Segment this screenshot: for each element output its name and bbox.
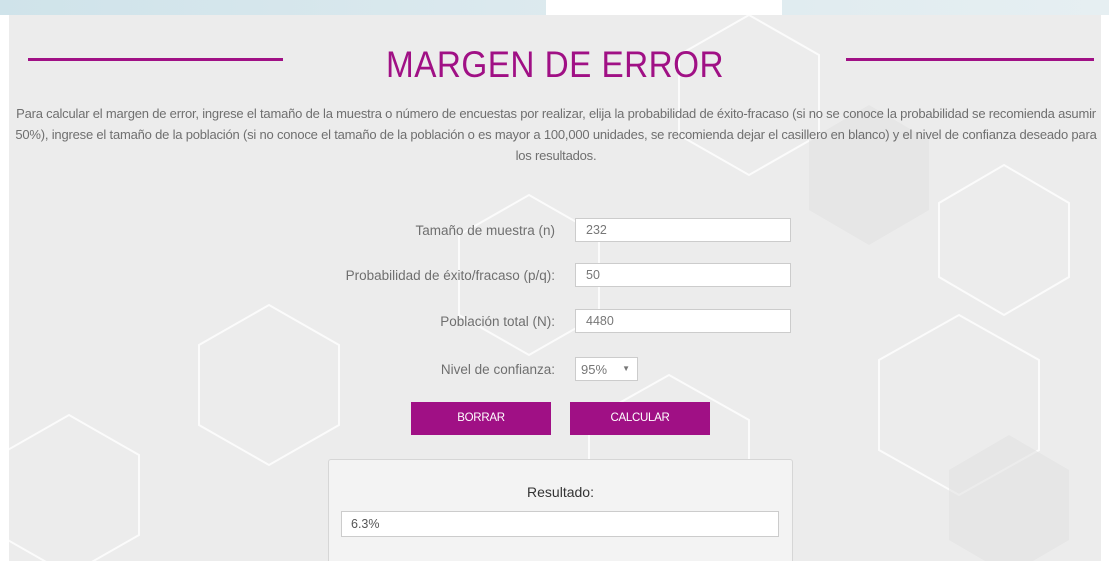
confidence-select[interactable]: 95% ▼ bbox=[575, 357, 638, 381]
instructions-text: Para calcular el margen de error, ingres… bbox=[15, 106, 1097, 163]
confidence-selected-value: 95% bbox=[581, 362, 608, 377]
probability-input[interactable] bbox=[575, 263, 791, 287]
population-label: Población total (N): bbox=[440, 314, 555, 329]
confidence-row: Nivel de confianza: 95% ▼ bbox=[9, 357, 1101, 383]
chevron-down-icon: ▼ bbox=[622, 364, 630, 373]
top-tab-box bbox=[546, 0, 782, 15]
confidence-label: Nivel de confianza: bbox=[440, 362, 555, 377]
sample-size-input[interactable] bbox=[575, 218, 791, 242]
right-margin bbox=[1101, 15, 1109, 561]
population-row: Población total (N): bbox=[9, 309, 1101, 335]
population-input[interactable] bbox=[575, 309, 791, 333]
probability-label: Probabilidad de éxito/fracaso (p/q): bbox=[345, 268, 555, 283]
calculator-panel: MARGEN DE ERROR Para calcular el margen … bbox=[9, 15, 1101, 561]
sample-size-row: Tamaño de muestra (n) bbox=[9, 218, 1101, 244]
page-title: MARGEN DE ERROR bbox=[386, 44, 724, 85]
result-panel: Resultado: bbox=[328, 459, 793, 561]
clear-button[interactable]: BORRAR bbox=[411, 402, 551, 435]
left-margin bbox=[0, 15, 9, 561]
probability-row: Probabilidad de éxito/fracaso (p/q): bbox=[9, 263, 1101, 289]
result-output[interactable] bbox=[341, 511, 779, 537]
calculate-button[interactable]: CALCULAR bbox=[570, 402, 710, 435]
browser-top-strip bbox=[0, 0, 1109, 15]
sample-size-label: Tamaño de muestra (n) bbox=[415, 223, 555, 238]
result-title: Resultado: bbox=[527, 484, 594, 500]
